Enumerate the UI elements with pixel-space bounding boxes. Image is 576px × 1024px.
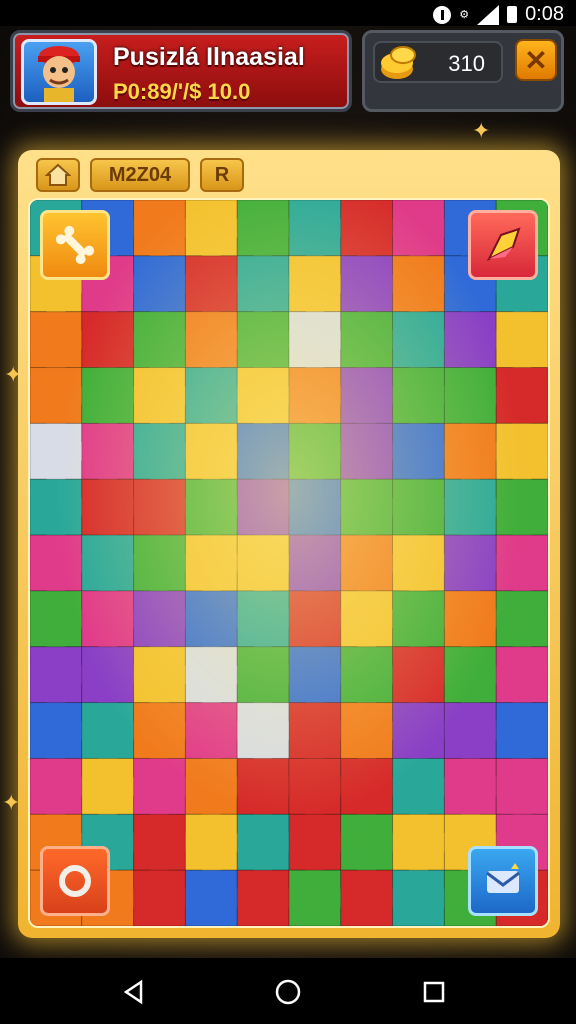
close-icon: ✕ [524,44,548,76]
bone-button[interactable] [40,210,110,280]
back-button[interactable] [120,978,148,1006]
home-tab[interactable] [36,158,80,192]
bone-icon [55,225,95,265]
sparkle-icon: ✦ [472,118,491,143]
player-stats: P0:89/'/$ 10.0 [113,79,251,104]
signal-icon [477,4,500,25]
status-bar: ⚙ 0:08 [0,0,576,26]
mail-icon [486,863,520,893]
puzzle-name-tab[interactable]: M2Z04 [90,158,190,192]
avatar[interactable] [21,39,97,105]
gem-icon [486,227,521,262]
puzzle-frame: M2Z04 R [18,150,560,938]
back-icon [123,979,143,1005]
currency-panel: 310 ✕ [362,30,564,112]
navigation-bar [0,958,576,1024]
battery-icon [507,6,518,23]
home-button[interactable] [274,978,302,1006]
coin-counter[interactable]: 310 [373,41,503,83]
gold-coins-icon [381,46,416,79]
recent-apps-icon [423,981,445,1003]
board-glow [30,200,548,926]
close-button[interactable]: ✕ [515,39,557,81]
game-title: Pusizlá Ilnaasial [113,43,305,71]
gem-button[interactable] [468,210,538,280]
settings-icon: ⚙ [459,9,470,21]
puzzle-grid[interactable] [30,200,548,926]
puzzle-board[interactable] [28,198,550,928]
player-panel: Pusizlá Ilnaasial P0:89/'/$ 10.0 [10,30,352,112]
home-circle-icon [275,979,301,1005]
coin-count: 310 [448,51,485,76]
character-avatar-icon [38,46,80,102]
ring-icon [59,865,91,897]
ring-button[interactable] [40,846,110,916]
status-time: 0:08 [525,3,564,25]
r-tab[interactable]: R [200,158,244,192]
home-icon [45,163,71,186]
recent-apps-button[interactable] [420,978,448,1006]
alert-icon [433,5,452,24]
mail-button[interactable] [468,846,538,916]
